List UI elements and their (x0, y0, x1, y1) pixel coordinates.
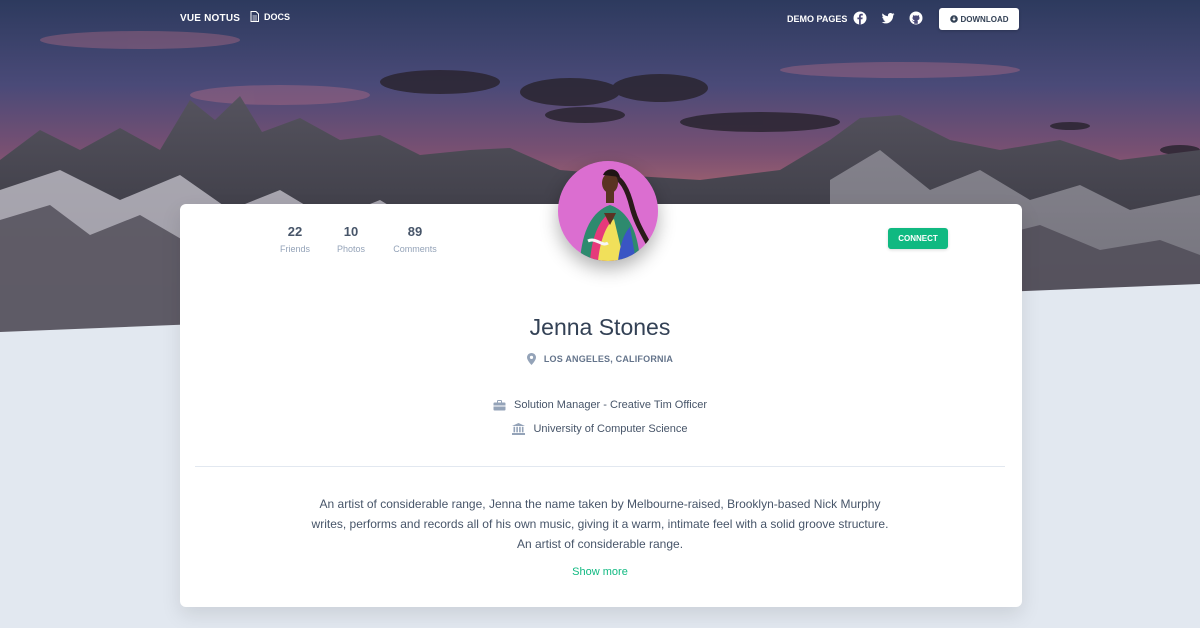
bio-line: An artist of considerable range, Jenna t… (319, 497, 881, 511)
document-icon (250, 11, 259, 22)
profile-name: Jenna Stones (529, 314, 671, 340)
stat-value: 89 (407, 224, 423, 239)
job-title: Solution Manager - Creative Tim Officer (0, 399, 1200, 411)
location: LOS ANGELES, CALIFORNIA (0, 353, 1200, 365)
top-navbar: VUE NOTUS DOCS DEMO PAGES DOWNLOAD (0, 0, 1200, 38)
docs-link[interactable]: DOCS (250, 11, 290, 22)
stat-comments: 89 Comments (380, 224, 450, 254)
university-icon (512, 423, 526, 435)
brand-link[interactable]: VUE NOTUS (180, 13, 240, 24)
stat-photos: 10 Photos (316, 224, 386, 254)
stat-value: 10 (343, 224, 359, 239)
download-button[interactable]: DOWNLOAD (939, 8, 1019, 30)
section-divider (195, 466, 1005, 467)
profile-stats: 22 Friends 10 Photos 89 Comments (0, 224, 1200, 264)
download-label: DOWNLOAD (960, 14, 1009, 24)
connect-button[interactable]: CONNECT (888, 228, 948, 249)
location-text: LOS ANGELES, CALIFORNIA (543, 354, 674, 364)
docs-label: DOCS (264, 11, 291, 22)
profile-bio: An artist of considerable range, Jenna t… (300, 494, 900, 554)
bio-line: An artist of considerable range. (516, 537, 684, 551)
github-icon[interactable] (909, 11, 923, 25)
briefcase-icon (493, 399, 506, 410)
twitter-icon[interactable] (881, 11, 895, 25)
job-text: Solution Manager - Creative Tim Officer (514, 399, 707, 411)
stat-label: Photos (336, 244, 366, 254)
demo-pages-link[interactable]: DEMO PAGES (787, 14, 847, 24)
facebook-icon[interactable] (853, 11, 867, 25)
show-more-link[interactable]: Show more (0, 566, 1200, 578)
map-marker-icon (526, 353, 536, 365)
bio-line: writes, performs and records all of his … (311, 517, 889, 531)
stat-label: Comments (393, 244, 437, 254)
education-text: University of Computer Science (533, 423, 688, 435)
download-circle-icon (949, 15, 958, 23)
education: University of Computer Science (0, 423, 1200, 435)
